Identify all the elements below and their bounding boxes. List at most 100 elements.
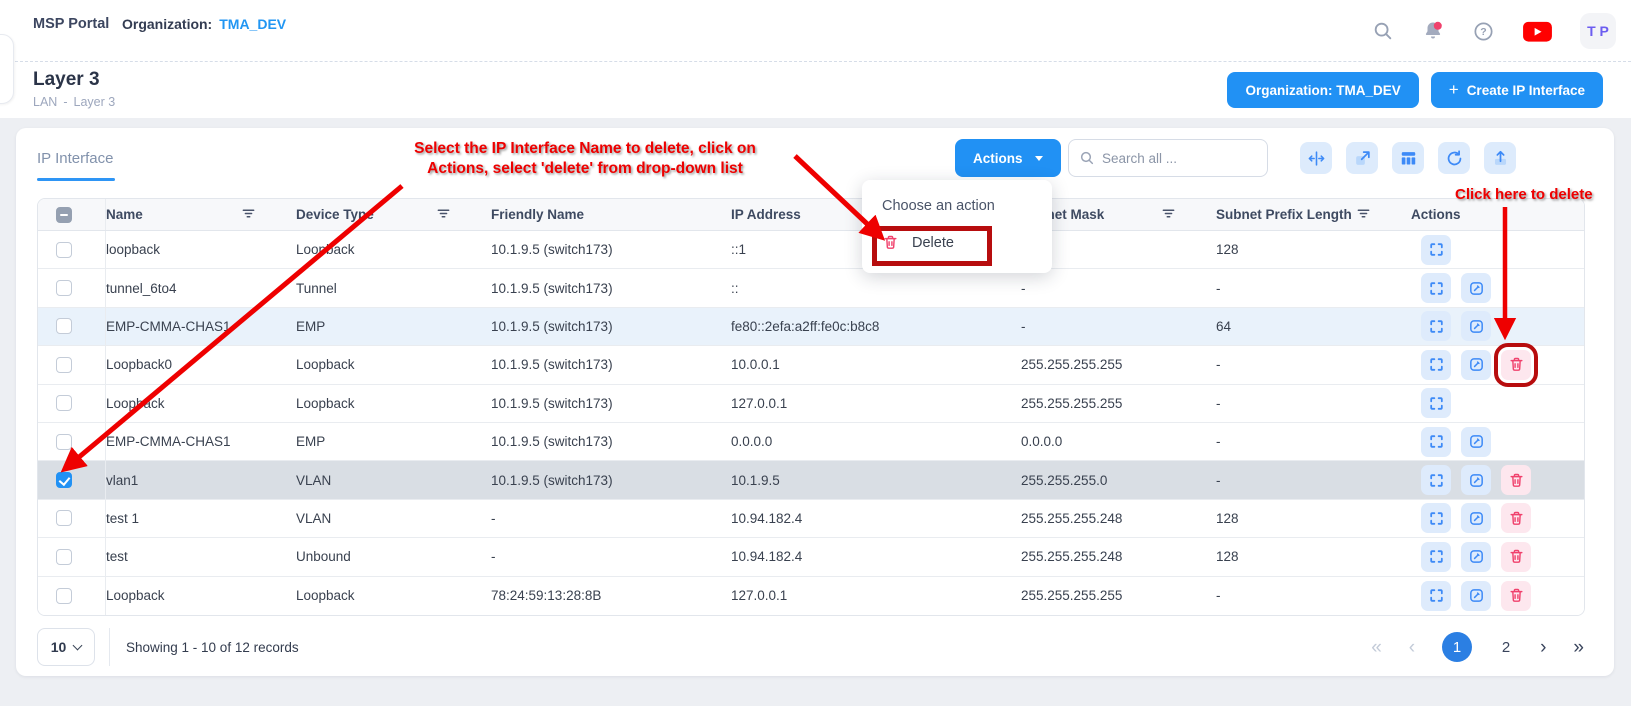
pagination-page-1[interactable]: 1 [1442, 632, 1472, 662]
edit-row-button[interactable] [1461, 581, 1491, 611]
pagination-prev-button[interactable]: ‹ [1409, 638, 1415, 657]
column-label: Friendly Name [491, 207, 584, 222]
row-actions-cell [1411, 273, 1584, 303]
export-button[interactable] [1484, 142, 1516, 174]
chevron-down-icon [73, 640, 83, 650]
dropdown-item-delete[interactable]: Delete [862, 224, 1052, 261]
row-checkbox[interactable] [56, 472, 72, 488]
pagination-next-button[interactable]: › [1540, 638, 1546, 657]
table-row[interactable]: Loopback0Loopback10.1.9.5 (switch173)10.… [38, 346, 1584, 384]
open-external-button[interactable] [1346, 142, 1378, 174]
edit-row-button[interactable] [1461, 465, 1491, 495]
actions-dropdown-button[interactable]: Actions [955, 139, 1061, 177]
user-avatar[interactable]: T P [1580, 13, 1616, 49]
pagination-last-button[interactable]: » [1573, 638, 1584, 657]
view-row-button[interactable] [1421, 427, 1451, 457]
row-checkbox[interactable] [56, 242, 72, 258]
filter-icon[interactable] [1356, 206, 1371, 221]
table-row[interactable]: EMP-CMMA-CHAS1EMP10.1.9.5 (switch173)fe8… [38, 308, 1584, 346]
ip-address-cell: 127.0.0.1 [731, 396, 1021, 411]
notifications-bell-icon[interactable] [1421, 19, 1445, 43]
view-row-button[interactable] [1421, 465, 1451, 495]
delete-row-button[interactable] [1501, 350, 1531, 380]
sidebar-edge-toggle[interactable] [0, 34, 14, 104]
prefix-length-cell: 128 [1216, 242, 1411, 257]
ip-address-cell: 10.94.182.4 [731, 511, 1021, 526]
row-checkbox[interactable] [56, 357, 72, 373]
device-type-cell: EMP [296, 434, 491, 449]
row-checkbox[interactable] [56, 588, 72, 604]
create-ip-interface-button[interactable]: + Create IP Interface [1431, 72, 1603, 108]
edit-row-button[interactable] [1461, 427, 1491, 457]
view-row-button[interactable] [1421, 503, 1451, 533]
table-row[interactable]: EMP-CMMA-CHAS1EMP10.1.9.5 (switch173)0.0… [38, 423, 1584, 461]
help-icon[interactable]: ? [1472, 20, 1495, 43]
view-row-button[interactable] [1421, 388, 1451, 418]
organization-button[interactable]: Organization: TMA_DEV [1227, 72, 1418, 108]
device-type-cell: Loopback [296, 357, 491, 372]
view-row-button[interactable] [1421, 542, 1451, 572]
name-cell: Loopback [106, 588, 296, 603]
row-checkbox-cell [38, 577, 106, 615]
youtube-icon[interactable] [1522, 19, 1553, 44]
filter-icon[interactable] [241, 206, 256, 221]
header-buttons: Organization: TMA_DEV + Create IP Interf… [1227, 72, 1603, 108]
filter-icon[interactable] [436, 206, 451, 221]
row-checkbox-cell [38, 538, 106, 575]
topbar-actions: ? T P [1372, 0, 1616, 62]
row-checkbox[interactable] [56, 510, 72, 526]
view-row-button[interactable] [1421, 235, 1451, 265]
prefix-length-cell: 64 [1216, 319, 1411, 334]
delete-row-button[interactable] [1501, 465, 1531, 495]
column-header-actions: Actions [1411, 199, 1584, 230]
view-row-button[interactable] [1421, 273, 1451, 303]
view-row-button[interactable] [1421, 581, 1451, 611]
row-checkbox[interactable] [56, 549, 72, 565]
row-checkbox[interactable] [56, 280, 72, 296]
organization-value-link[interactable]: TMA_DEV [219, 16, 286, 32]
row-checkbox[interactable] [56, 395, 72, 411]
edit-row-button[interactable] [1461, 311, 1491, 341]
table-row[interactable]: LoopbackLoopback78:24:59:13:28:8B127.0.0… [38, 577, 1584, 615]
ip-address-cell: fe80::2efa:a2ff:fe0c:b8c8 [731, 319, 1021, 334]
fit-width-button[interactable] [1300, 142, 1332, 174]
page-size-select[interactable]: 10 [37, 628, 95, 666]
view-row-button[interactable] [1421, 350, 1451, 380]
table-row[interactable]: vlan1VLAN10.1.9.5 (switch173)10.1.9.5255… [38, 461, 1584, 499]
tab-ip-interface[interactable]: IP Interface [37, 150, 113, 167]
table-row[interactable]: testUnbound-10.94.182.4255.255.255.24812… [38, 538, 1584, 576]
delete-row-button[interactable] [1501, 542, 1531, 572]
select-all-checkbox[interactable] [56, 207, 72, 223]
filter-icon[interactable] [1161, 206, 1176, 221]
columns-button[interactable] [1392, 142, 1424, 174]
prefix-length-cell: 128 [1216, 549, 1411, 564]
search-icon[interactable] [1372, 20, 1394, 42]
row-checkbox[interactable] [56, 318, 72, 334]
delete-row-button[interactable] [1501, 581, 1531, 611]
expand-icon [1428, 318, 1445, 335]
expand-icon [1428, 433, 1445, 450]
table-row[interactable]: test 1VLAN-10.94.182.4255.255.255.248128 [38, 500, 1584, 538]
table-row[interactable]: LoopbackLoopback10.1.9.5 (switch173)127.… [38, 385, 1584, 423]
edit-row-button[interactable] [1461, 503, 1491, 533]
view-row-button[interactable] [1421, 311, 1451, 341]
row-checkbox-cell [38, 423, 106, 460]
table-row[interactable]: loopbackLoopback10.1.9.5 (switch173)::1-… [38, 231, 1584, 269]
edit-row-button[interactable] [1461, 350, 1491, 380]
pagination-first-button[interactable]: « [1371, 638, 1382, 657]
search-input[interactable] [1102, 151, 1242, 166]
row-actions-cell [1411, 350, 1584, 380]
pagination-page-2[interactable]: 2 [1499, 639, 1513, 656]
edit-row-button[interactable] [1461, 542, 1491, 572]
table-row[interactable]: tunnel_6to4Tunnel10.1.9.5 (switch173)::-… [38, 269, 1584, 307]
friendly-name-cell: 10.1.9.5 (switch173) [491, 242, 731, 257]
refresh-button[interactable] [1438, 142, 1470, 174]
column-header-device-type: Device Type [296, 199, 491, 230]
edit-row-button[interactable] [1461, 273, 1491, 303]
row-checkbox[interactable] [56, 434, 72, 450]
delete-row-button[interactable] [1501, 503, 1531, 533]
row-checkbox-cell [38, 231, 106, 268]
organization-label-text: Organization: [122, 16, 212, 32]
breadcrumb-parent[interactable]: LAN [33, 95, 57, 109]
open-external-icon [1353, 149, 1372, 168]
